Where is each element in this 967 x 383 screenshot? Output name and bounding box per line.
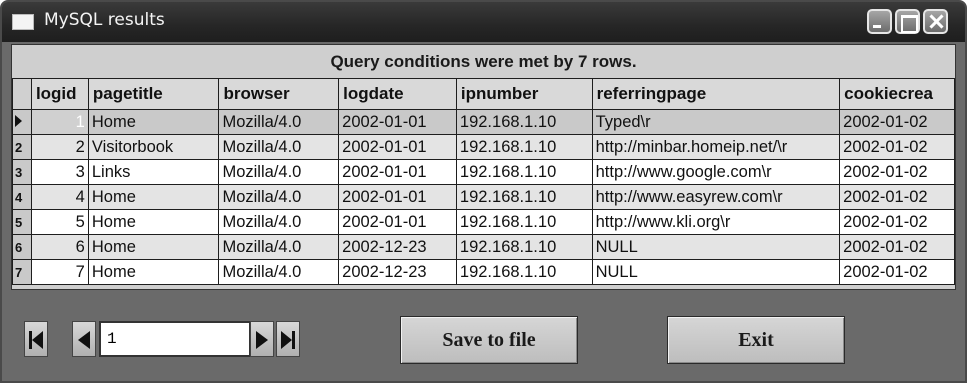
cell-referringpage[interactable]: NULL [591, 259, 841, 285]
row-indicator[interactable] [12, 109, 32, 135]
cell-pagetitle[interactable]: Home [87, 109, 220, 135]
cell-pagetitle[interactable]: Links [87, 159, 220, 185]
cell-ipnumber[interactable]: 192.168.1.10 [455, 134, 593, 160]
results-grid-panel: Query conditions were met by 7 rows. log… [11, 44, 956, 290]
cell-browser[interactable]: Mozilla/4.0 [218, 209, 340, 235]
previous-record-button[interactable] [72, 321, 96, 357]
first-record-button[interactable] [24, 321, 48, 357]
table-row[interactable]: 7 7 Home Mozilla/4.0 2002-12-23 192.168.1.10 N… [12, 259, 955, 285]
next-record-icon [256, 331, 268, 349]
column-header-pagetitle[interactable]: pagetitle [87, 78, 220, 110]
column-header-logid[interactable]: logid [30, 78, 89, 110]
cell-ipnumber[interactable]: 192.168.1.10 [455, 209, 593, 235]
cell-cookiecrea[interactable]: 2002-01-02 [839, 259, 955, 285]
cell-referringpage[interactable]: http://www.google.com\r [591, 159, 841, 185]
cell-cookiecrea[interactable]: 2002-01-02 [839, 234, 955, 260]
cell-cookiecrea[interactable]: 2002-01-02 [839, 134, 955, 160]
title-bar[interactable]: MySQL results [2, 2, 965, 42]
exit-button[interactable]: Exit [667, 316, 845, 364]
cell-pagetitle[interactable]: Home [87, 234, 220, 260]
table-row[interactable]: 4 4 Home Mozilla/4.0 2002-01-01 192.168.1.10 h… [12, 184, 955, 210]
cell-cookiecrea[interactable]: 2002-01-02 [839, 209, 955, 235]
window-title: MySQL results [44, 10, 165, 30]
cell-logdate[interactable]: 2002-01-01 [338, 184, 457, 210]
last-record-icon [281, 331, 295, 349]
close-button[interactable] [923, 9, 948, 34]
minimize-button[interactable] [867, 9, 892, 34]
column-header-referringpage[interactable]: referringpage [591, 78, 841, 110]
column-header-ipnumber[interactable]: ipnumber [455, 78, 593, 110]
table-row[interactable]: 5 5 Home Mozilla/4.0 2002-01-01 192.168.1.10 h… [12, 209, 955, 235]
cell-ipnumber[interactable]: 192.168.1.10 [455, 159, 593, 185]
cell-ipnumber[interactable]: 192.168.1.10 [455, 184, 593, 210]
row-indicator[interactable]: 2 [12, 134, 32, 160]
cell-pagetitle[interactable]: Home [87, 209, 220, 235]
cell-referringpage[interactable]: NULL [591, 234, 841, 260]
mysql-results-window: MySQL results Query conditions were met … [0, 0, 967, 383]
cell-logdate[interactable]: 2002-01-01 [338, 134, 457, 160]
cell-logid[interactable]: 2 [30, 134, 89, 160]
cell-pagetitle[interactable]: Visitorbook [87, 134, 220, 160]
next-record-button[interactable] [250, 321, 274, 357]
cell-browser[interactable]: Mozilla/4.0 [218, 184, 340, 210]
cell-logdate[interactable]: 2002-01-01 [338, 109, 457, 135]
row-indicator[interactable]: 7 [12, 259, 32, 285]
cell-referringpage[interactable]: http://www.easyrew.com\r [591, 184, 841, 210]
cell-cookiecrea[interactable]: 2002-01-02 [839, 159, 955, 185]
cell-ipnumber[interactable]: 192.168.1.10 [455, 109, 593, 135]
cell-pagetitle[interactable]: Home [87, 184, 220, 210]
cell-browser[interactable]: Mozilla/4.0 [218, 109, 340, 135]
row-indicator[interactable]: 5 [12, 209, 32, 235]
cell-logid[interactable]: 7 [30, 259, 89, 285]
cell-ipnumber[interactable]: 192.168.1.10 [455, 259, 593, 285]
save-to-file-button[interactable]: Save to file [400, 316, 578, 364]
column-header-browser[interactable]: browser [218, 78, 340, 110]
table-row[interactable]: 3 3 Links Mozilla/4.0 2002-01-01 192.168.1.10… [12, 159, 955, 185]
row-indicator[interactable]: 3 [12, 159, 32, 185]
cell-browser[interactable]: Mozilla/4.0 [218, 259, 340, 285]
cell-logid[interactable]: 4 [30, 184, 89, 210]
cell-referringpage[interactable]: http://www.kli.org\r [591, 209, 841, 235]
cell-logdate[interactable]: 2002-12-23 [338, 234, 457, 260]
current-row-arrow-icon [15, 114, 22, 127]
cell-logid[interactable]: 6 [30, 234, 89, 260]
cell-browser[interactable]: Mozilla/4.0 [218, 134, 340, 160]
column-header-cookiecrea[interactable]: cookiecrea [839, 78, 955, 110]
last-record-button[interactable] [276, 321, 300, 357]
cell-ipnumber[interactable]: 192.168.1.10 [455, 234, 593, 260]
cell-referringpage[interactable]: Typed\r [591, 109, 841, 135]
column-header-logdate[interactable]: logdate [338, 78, 457, 110]
table-row[interactable]: 2 2 Visitorbook Mozilla/4.0 2002-01-01 192.16… [12, 134, 955, 160]
cell-logdate[interactable]: 2002-01-01 [338, 159, 457, 185]
cell-cookiecrea[interactable]: 2002-01-02 [839, 109, 955, 135]
cell-referringpage[interactable]: http://minbar.homeip.net/\r [591, 134, 841, 160]
cell-browser[interactable]: Mozilla/4.0 [218, 159, 340, 185]
header-indicator-cell [12, 78, 32, 110]
query-result-banner: Query conditions were met by 7 rows. [330, 52, 637, 71]
cell-logid[interactable]: 5 [30, 209, 89, 235]
cell-pagetitle[interactable]: Home [87, 259, 220, 285]
row-indicator[interactable]: 6 [12, 234, 32, 260]
cell-cookiecrea[interactable]: 2002-01-02 [839, 184, 955, 210]
cell-browser[interactable]: Mozilla/4.0 [218, 234, 340, 260]
row-indicator[interactable]: 4 [12, 184, 32, 210]
window-icon [12, 14, 34, 30]
table-row[interactable]: 1 Home Mozilla/4.0 2002-01-01 192.168.1.10 Ty… [12, 109, 955, 135]
results-table[interactable]: logid pagetitle browser logdate ipnumber… [12, 78, 955, 285]
cell-logid[interactable]: 1 [30, 109, 89, 135]
record-number-input[interactable] [99, 321, 251, 357]
cell-logdate[interactable]: 2002-12-23 [338, 259, 457, 285]
first-record-icon [29, 331, 43, 349]
previous-record-icon [78, 331, 90, 349]
table-row[interactable]: 6 6 Home Mozilla/4.0 2002-12-23 192.168.1.10 N… [12, 234, 955, 260]
maximize-button[interactable] [895, 9, 920, 34]
cell-logid[interactable]: 3 [30, 159, 89, 185]
cell-logdate[interactable]: 2002-01-01 [338, 209, 457, 235]
table-header-row: logid pagetitle browser logdate ipnumber… [12, 78, 955, 110]
